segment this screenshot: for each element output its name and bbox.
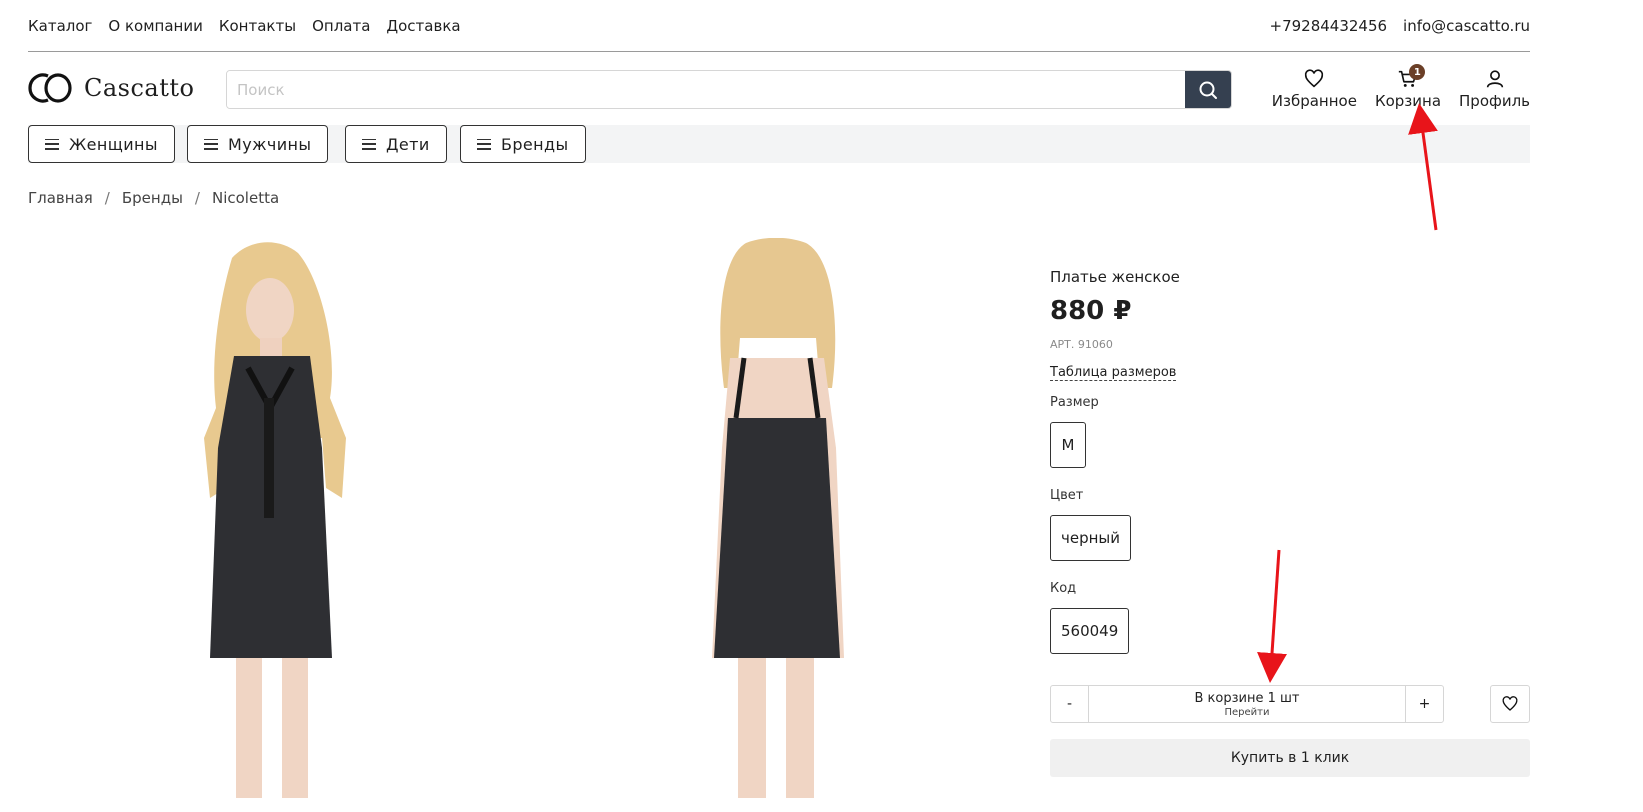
category-label: Дети [386, 134, 430, 154]
cart-quantity-control: - В корзине 1 шт Перейти + [1050, 685, 1444, 723]
heart-icon [1502, 696, 1518, 711]
topnav-catalog[interactable]: Каталог [28, 17, 92, 35]
logo[interactable]: Cascatto [28, 72, 194, 104]
search-input[interactable] [227, 71, 1185, 108]
header: Cascatto Избранное 1 Корзина [28, 64, 1530, 114]
contacts: +79284432456 info@cascatto.ru [1270, 17, 1531, 35]
topnav-about[interactable]: О компании [108, 17, 202, 35]
topnav-payment[interactable]: Оплата [312, 17, 370, 35]
code-label: Код [1050, 581, 1077, 596]
product-article: АРТ. 91060 [1050, 338, 1113, 351]
category-brands-button[interactable]: Бренды [460, 125, 586, 163]
code-option[interactable]: 560049 [1050, 608, 1130, 654]
quantity-increase-button[interactable]: + [1406, 686, 1443, 722]
logo-mark-icon [28, 73, 72, 103]
breadcrumb-current: Nicoletta [211, 189, 280, 207]
breadcrumb-home[interactable]: Главная [28, 189, 93, 207]
add-to-favorites-button[interactable] [1490, 685, 1530, 723]
phone-link[interactable]: +79284432456 [1270, 17, 1388, 35]
search-bar [226, 70, 1232, 109]
breadcrumb-separator: / [194, 189, 200, 207]
top-bar: Каталог О компании Контакты Оплата Доста… [28, 0, 1530, 52]
product-photo-back[interactable] [676, 238, 876, 798]
size-table-link[interactable]: Таблица размеров [1050, 365, 1177, 381]
category-label: Женщины [69, 134, 158, 154]
topnav-delivery[interactable]: Доставка [386, 17, 460, 35]
cart-link[interactable]: 1 Корзина [1374, 64, 1442, 110]
cart-count-badge: 1 [1409, 64, 1426, 80]
breadcrumb: Главная / Бренды / Nicoletta [28, 189, 279, 207]
top-nav: Каталог О компании Контакты Оплата Доста… [28, 17, 461, 35]
product-title: Платье женское [1050, 268, 1180, 286]
user-icon [1486, 70, 1503, 88]
menu-icon [362, 138, 376, 150]
menu-icon [204, 138, 218, 150]
color-option-black[interactable]: черный [1050, 515, 1132, 561]
size-label: Размер [1050, 395, 1099, 410]
menu-icon [477, 138, 491, 150]
category-women-button[interactable]: Женщины [28, 125, 175, 163]
category-bar: Женщины Мужчины Дети Бренды [28, 125, 1530, 163]
size-option-m[interactable]: M [1050, 422, 1086, 468]
search-icon [1199, 81, 1217, 99]
logo-text: Cascatto [84, 74, 195, 102]
category-men-button[interactable]: Мужчины [187, 125, 329, 163]
profile-link[interactable]: Профиль [1459, 68, 1530, 110]
favorites-link[interactable]: Избранное [1272, 68, 1357, 110]
product-photo-front[interactable] [170, 238, 370, 798]
category-label: Мужчины [228, 134, 312, 154]
favorites-label: Избранное [1271, 92, 1357, 110]
color-label: Цвет [1050, 488, 1084, 503]
go-to-cart-label: Перейти [1224, 706, 1270, 718]
quantity-decrease-button[interactable]: - [1051, 686, 1088, 722]
breadcrumb-separator: / [104, 189, 110, 207]
product-price: 880 ₽ [1050, 296, 1132, 326]
product-info: Платье женское 880 ₽ АРТ. 91060 Таблица … [1050, 268, 1530, 654]
search-button[interactable] [1185, 71, 1231, 108]
breadcrumb-brands[interactable]: Бренды [122, 189, 183, 207]
header-icons: Избранное 1 Корзина Профиль [1272, 64, 1530, 110]
category-label: Бренды [501, 134, 569, 154]
cart-label: Корзина [1374, 92, 1442, 110]
in-cart-label: В корзине 1 шт [1194, 690, 1300, 706]
profile-label: Профиль [1459, 92, 1530, 110]
email-link[interactable]: info@cascatto.ru [1403, 17, 1530, 35]
category-kids-button[interactable]: Дети [345, 125, 447, 163]
buy-one-click-button[interactable]: Купить в 1 клик [1050, 739, 1530, 777]
menu-icon [45, 138, 59, 150]
in-cart-go-button[interactable]: В корзине 1 шт Перейти [1088, 686, 1406, 722]
heart-icon [1305, 69, 1324, 88]
topnav-contacts[interactable]: Контакты [219, 17, 296, 35]
